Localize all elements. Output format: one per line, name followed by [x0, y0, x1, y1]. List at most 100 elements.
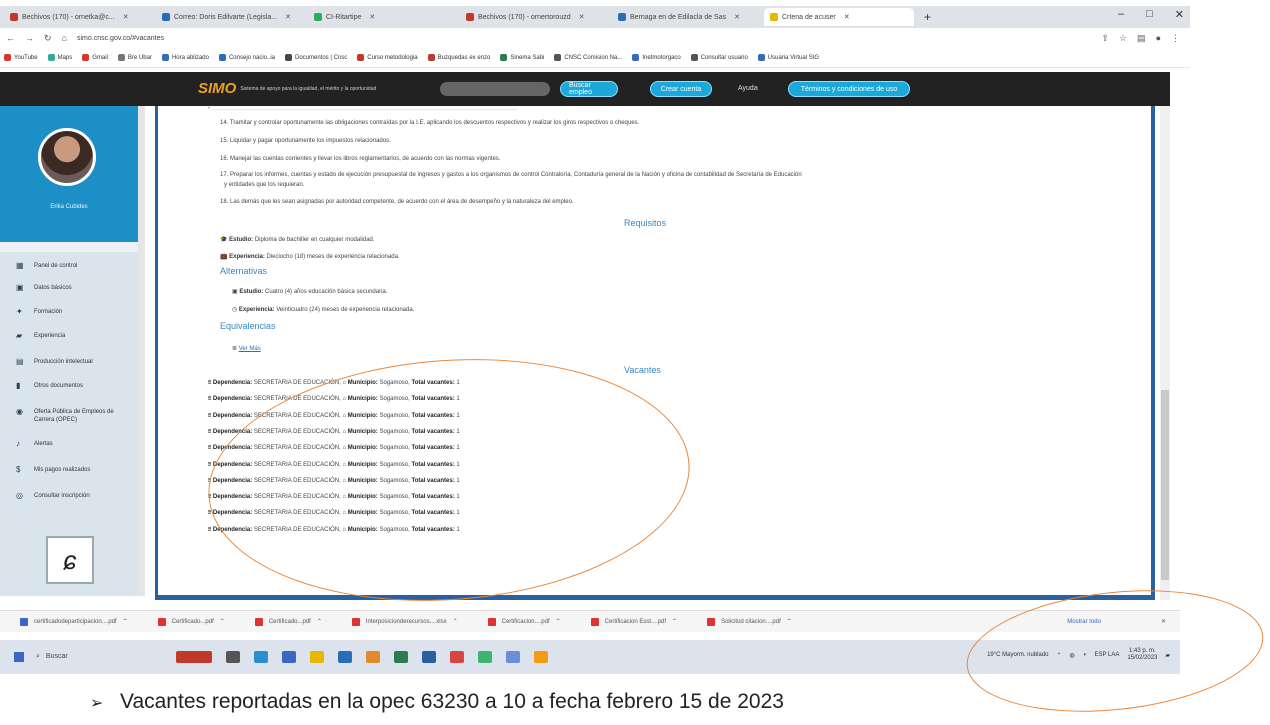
- bookmarks-bar: YouTube Maps Gmail Bre Ubar Hora ablizado Con…: [0, 48, 1190, 68]
- browser-tab[interactable]: Crtena de acuser ✕: [764, 8, 914, 26]
- browser-tab[interactable]: Correo: Doris Edilvarte (Legisla... ✕: [156, 8, 306, 26]
- folder-icon[interactable]: [310, 651, 324, 663]
- avatar[interactable]: [38, 128, 96, 186]
- sidebar-item[interactable]: ▰ Experiencia: [16, 332, 134, 340]
- search-doc-icon: ◎: [16, 491, 23, 500]
- tab-close-icon[interactable]: ✕: [734, 13, 740, 21]
- browser-tab[interactable]: Bechivos (170) - ornetka@c... ✕: [4, 8, 154, 26]
- browser-tab[interactable]: Bechivos (170) - ornertorouzd ✕: [460, 8, 610, 26]
- header-search-field[interactable]: [440, 82, 550, 96]
- bookmark-item[interactable]: Usuaria Virtual SIG: [757, 54, 819, 61]
- bookmark-item[interactable]: Curso metodologia: [357, 54, 418, 61]
- bookmark-item[interactable]: Gmail: [82, 54, 108, 61]
- chevron-up-icon[interactable]: ⌃: [317, 618, 322, 625]
- back-icon[interactable]: ←: [6, 33, 15, 43]
- share-icon[interactable]: ⇪: [1101, 33, 1109, 44]
- outlook-icon[interactable]: [338, 651, 352, 663]
- bookmark-item[interactable]: Sinema Sabi: [500, 54, 544, 61]
- sidebar-scrollbar[interactable]: [138, 106, 145, 596]
- sidebar-item[interactable]: ◉ Oferta Pública de Empleos de Carrera (O…: [16, 408, 134, 424]
- excel-icon[interactable]: [394, 651, 408, 663]
- chevron-up-icon[interactable]: ⌃: [123, 618, 128, 625]
- sidebar-item[interactable]: ▣ Datos básicos: [16, 284, 134, 292]
- download-item[interactable]: Certificacion Esst....pdf ⌃: [590, 617, 677, 626]
- help-link[interactable]: Ayuda: [738, 85, 758, 92]
- bookmark-label: Gmail: [92, 54, 108, 61]
- sidebar-item[interactable]: ▤ Producción intelectual: [16, 358, 134, 366]
- sidebar-item-label: Consultar inscripción: [34, 493, 90, 499]
- download-item[interactable]: Certificado...pdf ⌃: [254, 617, 322, 626]
- menu-icon[interactable]: ⋮: [1171, 33, 1180, 44]
- create-account-button[interactable]: Crear cuenta: [650, 81, 712, 97]
- home-icon[interactable]: ⌂: [62, 33, 67, 43]
- minimize-icon[interactable]: –: [1118, 8, 1124, 21]
- chrome-icon[interactable]: [450, 651, 464, 663]
- office-icon[interactable]: [366, 651, 380, 663]
- vlc-icon[interactable]: [534, 651, 548, 663]
- sidebar-item[interactable]: ◎ Consultar inscripción: [16, 492, 134, 500]
- download-item[interactable]: certificadodeparticipacion....pdf ⌃: [20, 617, 128, 626]
- search-jobs-button[interactable]: Buscar empleo: [560, 81, 618, 97]
- tab-close-icon[interactable]: ✕: [844, 13, 850, 21]
- taskbar-app-icon[interactable]: [176, 651, 212, 663]
- tab-close-icon[interactable]: ✕: [285, 13, 291, 21]
- page-scrollbar-thumb[interactable]: [1161, 390, 1169, 580]
- browser-tab[interactable]: Bernaga en de Edilacla de Sas ✕: [612, 8, 762, 26]
- chevron-up-icon[interactable]: ⌃: [453, 618, 458, 625]
- bookmark-item[interactable]: Inetmotorgaco: [632, 54, 681, 61]
- tab-favicon-icon: [10, 13, 18, 21]
- extensions-icon[interactable]: ▤: [1137, 33, 1146, 44]
- bookmark-item[interactable]: Hora ablizado: [161, 54, 209, 61]
- chevron-up-icon[interactable]: ⌃: [220, 618, 225, 625]
- bookmark-favicon-icon: [554, 54, 562, 61]
- bookmark-item[interactable]: Consejo nacio..ia: [218, 54, 275, 61]
- bookmark-item[interactable]: Bre Ubar: [117, 54, 152, 61]
- url-field[interactable]: simo.cnsc.gov.co/#vacantes: [77, 35, 164, 42]
- tab-close-icon[interactable]: ✕: [579, 13, 585, 21]
- bookmark-item[interactable]: CNSC Comision Na...: [554, 54, 622, 61]
- browser-tab[interactable]: CI-Ritartipe ✕: [308, 8, 458, 26]
- star-icon[interactable]: ☆: [1119, 33, 1127, 44]
- windows-start-icon[interactable]: [14, 652, 24, 662]
- chevron-up-icon[interactable]: ⌃: [787, 618, 792, 625]
- simo-logo[interactable]: SIMO Sistema de apoyo para la igualdad, …: [198, 80, 376, 97]
- sidebar-item-label: Formación: [34, 309, 63, 315]
- bookmark-item[interactable]: Maps: [47, 54, 72, 61]
- word-icon[interactable]: [422, 651, 436, 663]
- download-item[interactable]: Solicitud citacion....pdf ⌃: [707, 617, 792, 626]
- sidebar-item[interactable]: $ Mis pagos realizados: [16, 466, 134, 474]
- ver-mas-link[interactable]: Ver Más: [239, 346, 261, 352]
- bookmark-item[interactable]: Documentos | Cnsc: [285, 54, 347, 61]
- taskbar-search[interactable]: ⌕ Buscar: [36, 653, 146, 661]
- chevron-up-icon[interactable]: ⌃: [672, 618, 677, 625]
- sidebar-item[interactable]: ▮ Otros documentos: [16, 382, 134, 390]
- download-item[interactable]: Certificado...pdf ⌃: [157, 617, 225, 626]
- sidebar-item-label: Experiencia: [34, 333, 66, 339]
- edge-icon[interactable]: [254, 651, 268, 663]
- close-window-icon[interactable]: ✕: [1175, 8, 1184, 21]
- reload-icon[interactable]: ↻: [44, 33, 52, 44]
- terms-button[interactable]: Términos y condiciones de uso: [788, 81, 910, 97]
- sidebar-item[interactable]: ♪ Alertas: [16, 440, 134, 448]
- bookmark-item[interactable]: Consultar usuario: [690, 54, 748, 61]
- profile-icon[interactable]: ●: [1156, 33, 1161, 44]
- sidebar-item[interactable]: ✦ Formación: [16, 308, 134, 316]
- skype-icon[interactable]: [506, 651, 520, 663]
- bookmark-item[interactable]: YouTube: [4, 54, 38, 61]
- store-icon[interactable]: [282, 651, 296, 663]
- forward-icon[interactable]: →: [25, 33, 34, 43]
- chevron-up-icon[interactable]: ⌃: [556, 618, 561, 625]
- new-tab-icon[interactable]: +: [916, 10, 939, 24]
- requisito-estudio: 🎓 Estudio: Diploma de bachiller en cualq…: [220, 237, 375, 243]
- tab-close-icon[interactable]: ✕: [123, 13, 129, 21]
- download-item[interactable]: Certificacion....pdf ⌃: [487, 617, 561, 626]
- tab-close-icon[interactable]: ✕: [369, 13, 375, 21]
- download-item[interactable]: Interposicionderecursos....xlsx ⌃: [351, 617, 458, 626]
- sidebar-item[interactable]: ▦ Panel de control: [16, 262, 134, 270]
- bookmark-label: Consejo nacio..ia: [228, 54, 275, 61]
- maximize-icon[interactable]: □: [1146, 8, 1153, 21]
- teams-icon[interactable]: [478, 651, 492, 663]
- pdf-file-icon: [254, 617, 263, 626]
- bookmark-item[interactable]: Buzquedas ex enzo: [427, 54, 490, 61]
- taskview-icon[interactable]: [226, 651, 240, 663]
